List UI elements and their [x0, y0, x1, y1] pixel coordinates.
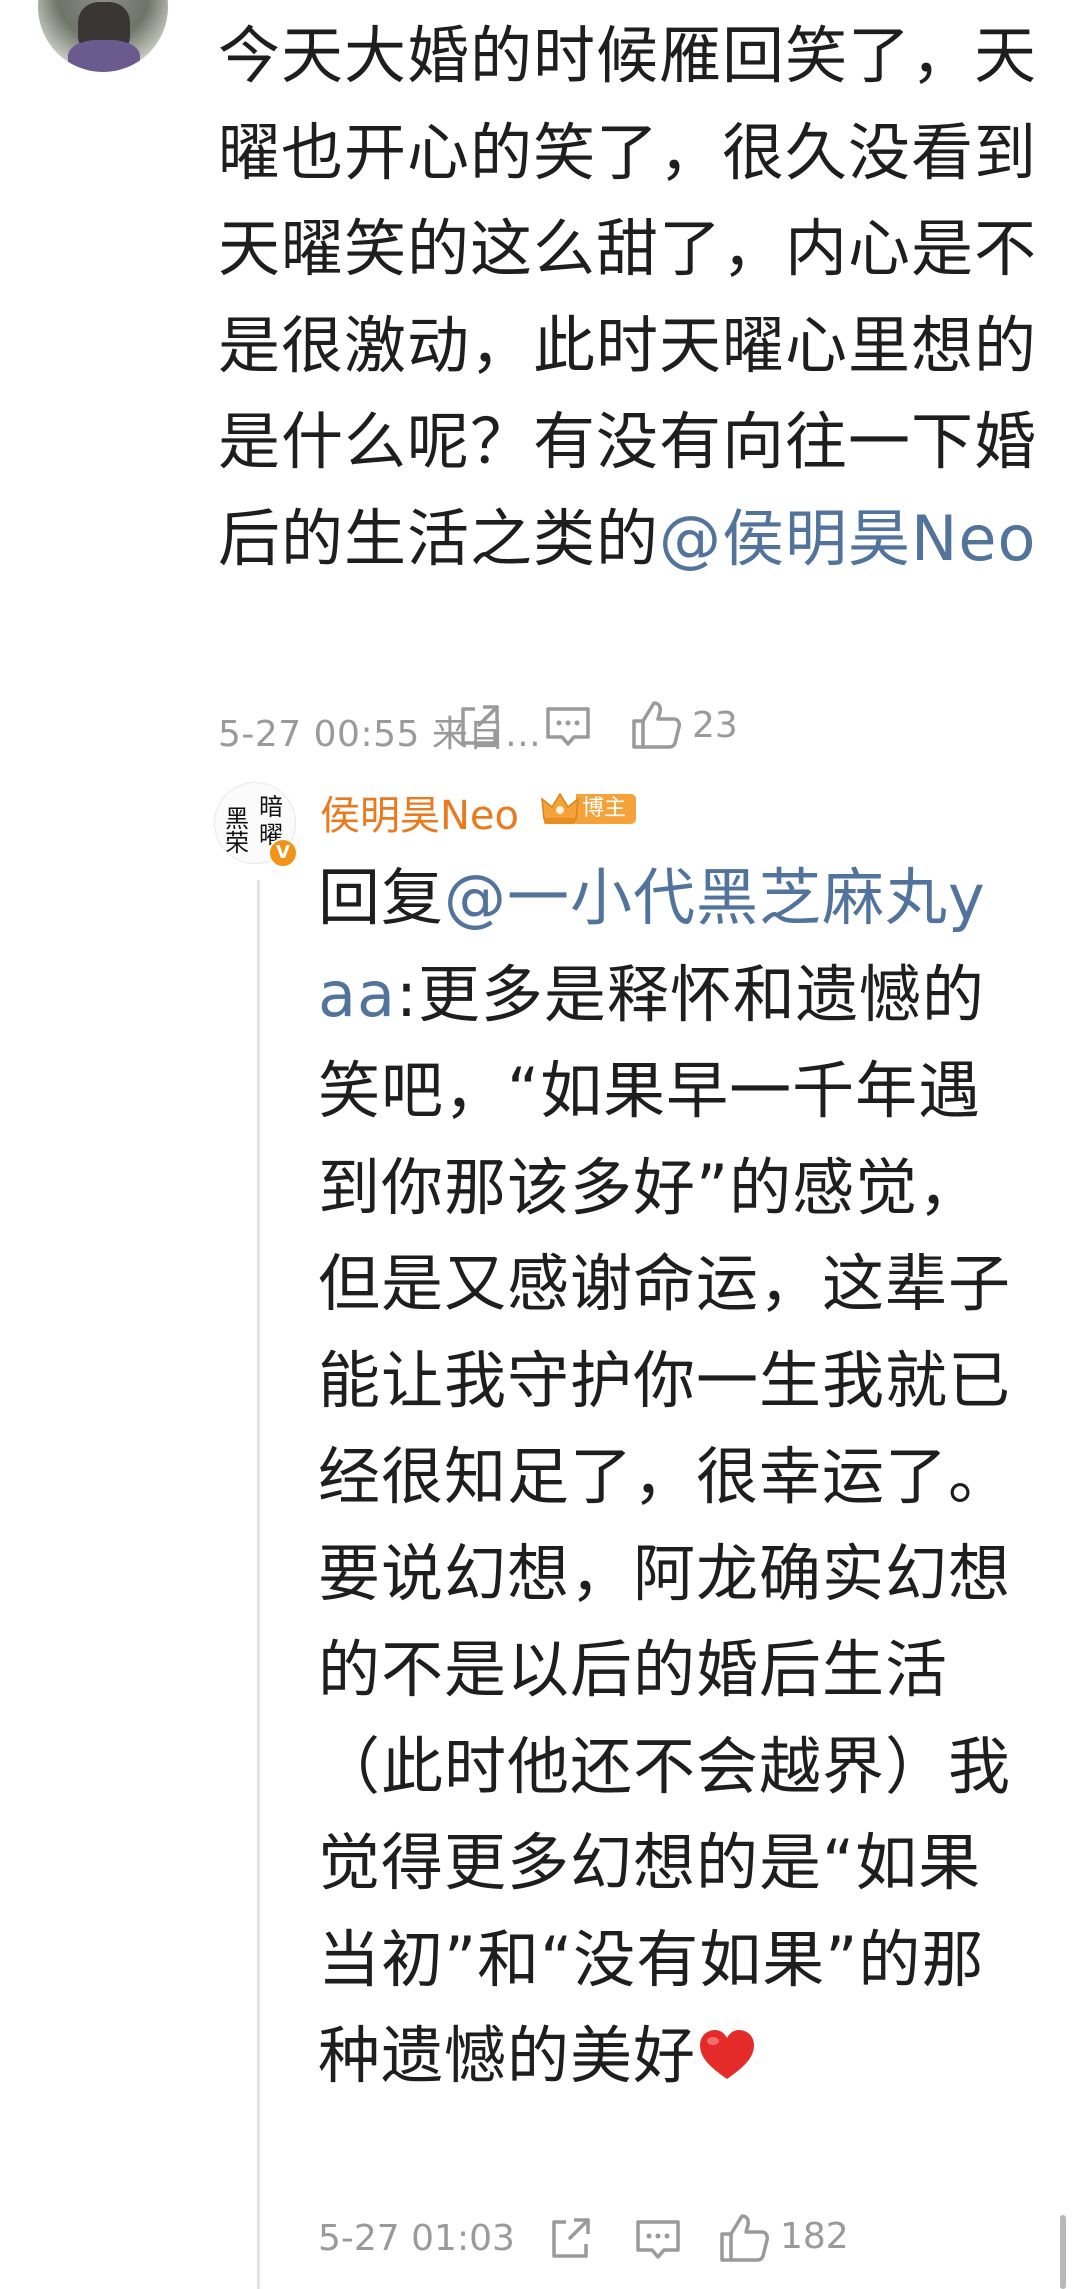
- scrollbar[interactable]: [1060, 2215, 1066, 2289]
- verified-badge: V: [268, 838, 298, 868]
- avatar-glyph: 荣: [225, 829, 249, 857]
- share-icon[interactable]: [453, 697, 509, 753]
- like-icon[interactable]: [716, 2210, 772, 2266]
- reply-prefix: 回复: [318, 861, 445, 934]
- reply-like-count: 182: [780, 2216, 849, 2257]
- reply-text: :更多是释怀和遗憾的笑吧，“如果早一千年遇到你那该多好”的感觉，但是又感谢命运，…: [318, 957, 1012, 2093]
- reply-thread-line: [257, 880, 260, 2289]
- author-badge: 博主: [540, 789, 637, 829]
- commenter-avatar[interactable]: [38, 0, 168, 72]
- crown-icon: [541, 792, 579, 824]
- comment-meta: 5-27 00:55 来自… 23: [218, 697, 1040, 757]
- author-badge-label: 博主: [576, 794, 637, 824]
- like-icon[interactable]: [628, 697, 684, 753]
- comment-body: 今天大婚的时候雁回笑了，天曜也开心的笑了，很久没看到天曜笑的这么甜了，内心是不是…: [218, 8, 1038, 587]
- comment-like-count: 23: [692, 705, 738, 746]
- heart-emoji-icon: [700, 2030, 755, 2079]
- comment-mention[interactable]: @侯明昊Neo: [659, 502, 1036, 575]
- share-icon[interactable]: [544, 2210, 600, 2266]
- comment-text: 今天大婚的时候雁回笑了，天曜也开心的笑了，很久没看到天曜笑的这么甜了，内心是不是…: [218, 19, 1038, 575]
- reply-body: 回复@一小代黑芝麻丸yaa:更多是释怀和遗憾的笑吧，“如果早一千年遇到你那该多好…: [318, 850, 1018, 2105]
- avatar-shirt: [68, 40, 140, 72]
- reply-author-name[interactable]: 侯明昊Neo: [320, 783, 519, 841]
- reply-meta: 5-27 01:03 182: [318, 2210, 1040, 2270]
- comment-icon[interactable]: [630, 2210, 686, 2266]
- comment-icon[interactable]: [540, 697, 596, 753]
- reply-timestamp: 5-27 01:03: [318, 2218, 515, 2259]
- avatar-glyph: 暗: [259, 793, 283, 821]
